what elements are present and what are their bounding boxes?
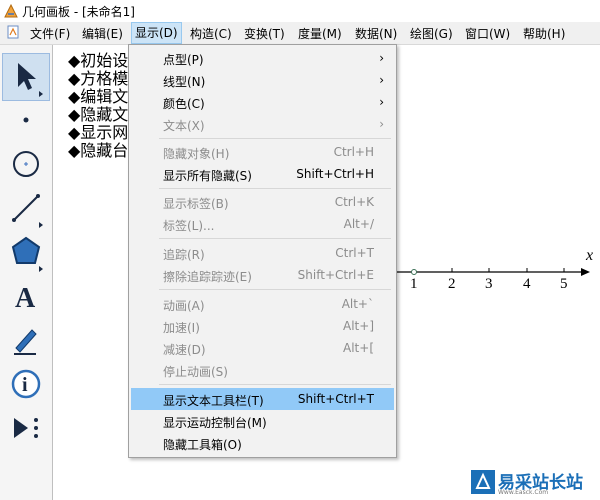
menu-item-label[interactable]: 标签(L)... Alt+/: [129, 213, 396, 235]
menu-item-stop-animation[interactable]: 停止动画(S): [129, 359, 396, 381]
menu-item-speed-up[interactable]: 加速(I) Alt+]: [129, 315, 396, 337]
menu-item-color[interactable]: 颜色(C) ›: [129, 91, 396, 113]
text-tool-icon: A: [15, 283, 36, 314]
menu-separator: [159, 289, 391, 290]
watermark-subtext: Www.Easck.Com: [498, 489, 549, 496]
compass-circle-icon: [13, 151, 39, 177]
marker-pen-icon: [14, 329, 37, 355]
document-icon[interactable]: [6, 25, 20, 39]
watermark: 易采站长站 Www.Easck.Com: [468, 467, 600, 500]
menu-item-show-labels[interactable]: 显示标签(B) Ctrl+K: [129, 191, 396, 213]
menu-help[interactable]: 帮助(H): [523, 25, 565, 41]
watermark-logo-icon: [471, 470, 495, 494]
submenu-arrow-icon: ›: [379, 73, 384, 87]
tick-label: 2: [448, 276, 456, 292]
menu-construct[interactable]: 构造(C): [190, 25, 232, 41]
window-title: 几何画板 - [未命名1]: [22, 5, 135, 19]
tool-polygon[interactable]: [3, 229, 49, 275]
tool-compass[interactable]: [3, 141, 49, 187]
menu-item-show-text-toolbar[interactable]: 显示文本工具栏(T) Shift+Ctrl+T: [131, 388, 394, 410]
straightedge-icon: [12, 194, 43, 228]
caption-line: ◆隐藏文: [68, 106, 129, 124]
svg-text:A: A: [15, 283, 36, 314]
menu-item-line-style[interactable]: 线型(N) ›: [129, 69, 396, 91]
menu-item-show-all-hidden[interactable]: 显示所有隐藏(S) Shift+Ctrl+H: [129, 163, 396, 185]
menu-edit[interactable]: 编辑(E): [82, 25, 123, 41]
caption-line: ◆初始设: [68, 52, 129, 70]
menu-item-trace[interactable]: 追踪(R) Ctrl+T: [129, 242, 396, 264]
menu-file[interactable]: 文件(F): [30, 25, 70, 41]
menu-separator: [159, 238, 391, 239]
submenu-arrow-icon: ›: [379, 95, 384, 109]
polygon-icon: [11, 236, 43, 272]
menu-item-hide-toolbox[interactable]: 隐藏工具箱(O): [129, 432, 396, 454]
menu-separator: [159, 384, 391, 385]
menu-data[interactable]: 数据(N): [355, 25, 397, 41]
display-menu-dropdown: 点型(P) › 线型(N) › 颜色(C) › 文本(X) › 隐藏对象(H) …: [128, 44, 397, 458]
submenu-arrow-icon: ›: [379, 51, 384, 65]
menu-transform[interactable]: 变换(T): [244, 25, 285, 41]
custom-tool-icon: [14, 418, 38, 438]
svg-text:i: i: [22, 374, 28, 396]
menu-item-erase-traces[interactable]: 擦除追踪踪迹(E) Shift+Ctrl+E: [129, 264, 396, 286]
menu-separator: [159, 188, 391, 189]
title-bar: 几何画板 - [未命名1]: [0, 0, 600, 22]
menu-display[interactable]: 显示(D): [131, 22, 182, 44]
menu-bar: 文件(F) 编辑(E) 显示(D) 构造(C) 变换(T) 度量(M) 数据(N…: [0, 22, 600, 45]
tool-point[interactable]: [3, 97, 49, 143]
tick-label: 4: [523, 276, 531, 292]
menu-item-animate[interactable]: 动画(A) Alt+`: [129, 293, 396, 315]
menu-item-text[interactable]: 文本(X) ›: [129, 113, 396, 135]
menu-item-hide-objects[interactable]: 隐藏对象(H) Ctrl+H: [129, 141, 396, 163]
menu-window[interactable]: 窗口(W): [465, 25, 510, 41]
caption-line: ◆方格模: [68, 70, 129, 88]
tool-information[interactable]: i: [3, 361, 49, 407]
toolbox: A i: [0, 45, 53, 500]
menu-item-show-motion-controller[interactable]: 显示运动控制台(M): [129, 410, 396, 432]
information-icon: i: [11, 369, 41, 399]
tick-label: 5: [560, 276, 568, 292]
tick-label: 1: [410, 276, 418, 292]
caption-line: ◆编辑文: [68, 88, 129, 106]
tool-text[interactable]: A: [3, 273, 49, 319]
menu-measure[interactable]: 度量(M): [298, 25, 342, 41]
caption-text[interactable]: ◆初始设 ◆方格模 ◆编辑文 ◆隐藏文 ◆显示网 ◆隐藏台: [68, 52, 128, 160]
tool-marker[interactable]: [3, 317, 49, 363]
menu-item-point-style[interactable]: 点型(P) ›: [129, 47, 396, 69]
caption-line: ◆隐藏台: [68, 142, 129, 160]
menu-item-slow-down[interactable]: 减速(D) Alt+[: [129, 337, 396, 359]
point-icon: [23, 117, 29, 123]
tool-custom[interactable]: [3, 405, 49, 451]
tool-straightedge[interactable]: [3, 185, 49, 231]
app-logo-icon: [4, 4, 18, 18]
menu-separator: [159, 138, 391, 139]
submenu-arrow-icon: ›: [379, 117, 384, 131]
arrow-select-icon: [18, 63, 43, 97]
tool-select-arrow[interactable]: [2, 53, 50, 101]
caption-line: ◆显示网: [68, 124, 129, 142]
menu-graph[interactable]: 绘图(G): [410, 25, 453, 41]
tick-label: 3: [485, 276, 493, 292]
axis-label: x: [585, 247, 593, 264]
